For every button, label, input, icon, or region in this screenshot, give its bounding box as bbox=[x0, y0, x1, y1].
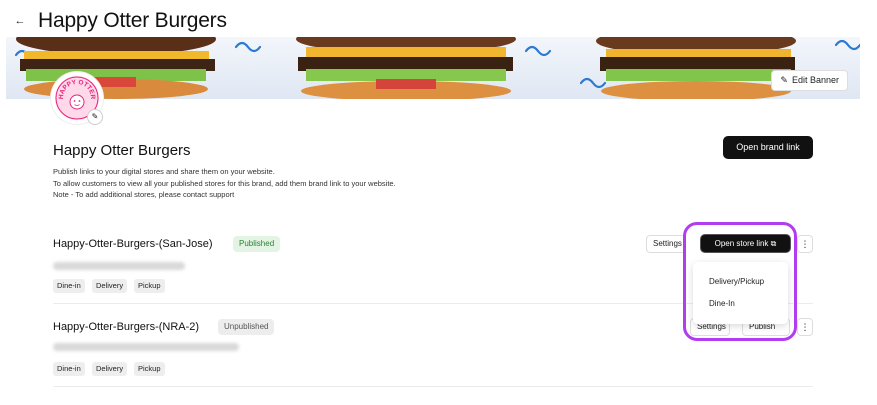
open-store-link-dropdown: Delivery/Pickup Dine-In bbox=[693, 262, 788, 324]
tag-dine-in: Dine-in bbox=[53, 279, 85, 293]
page-title: Happy Otter Burgers bbox=[38, 9, 227, 32]
edit-banner-label: Edit Banner bbox=[791, 75, 839, 85]
edit-logo-pencil-icon[interactable]: ✎ bbox=[87, 109, 103, 125]
dropdown-item-dine-in[interactable]: Dine-In bbox=[709, 299, 735, 308]
store-menu-kebab-icon[interactable]: ⋮ bbox=[797, 235, 813, 253]
store-name: Happy-Otter-Burgers-(San-Jose) bbox=[53, 238, 213, 250]
tag-pickup: Pickup bbox=[134, 362, 165, 376]
tag-delivery: Delivery bbox=[92, 279, 128, 293]
store-address-redacted bbox=[53, 262, 185, 270]
store-menu-kebab-icon[interactable]: ⋮ bbox=[797, 318, 813, 336]
dropdown-item-delivery-pickup[interactable]: Delivery/Pickup bbox=[709, 277, 764, 286]
store-address-redacted bbox=[53, 343, 239, 351]
brand-desc-line: Publish links to your digital stores and… bbox=[53, 167, 275, 176]
tag-pickup: Pickup bbox=[134, 279, 165, 293]
brand-desc-line: Note - To add additional stores, please … bbox=[53, 190, 235, 199]
open-brand-link-button[interactable]: Open brand link bbox=[723, 136, 813, 159]
brand-desc-line: To allow customers to view all your publ… bbox=[53, 178, 396, 188]
external-link-icon: ⧉ bbox=[770, 239, 777, 248]
tag-dine-in: Dine-in bbox=[53, 362, 85, 376]
brand-name: Happy Otter Burgers bbox=[53, 142, 191, 159]
pencil-icon: ✎ bbox=[780, 75, 788, 85]
brand-description: Publish links to your digital stores and… bbox=[53, 166, 396, 201]
banner-image: ✎ Edit Banner bbox=[6, 37, 860, 99]
open-store-link-label: Open store link bbox=[714, 239, 769, 248]
banner-burger-image bbox=[14, 37, 860, 99]
store-name: Happy-Otter-Burgers-(NRA-2) bbox=[53, 321, 200, 333]
settings-button[interactable]: Settings bbox=[646, 235, 686, 253]
status-badge-unpublished: Unpublished bbox=[218, 319, 275, 335]
divider bbox=[53, 386, 813, 387]
open-store-link-button[interactable]: Open store link ⧉ bbox=[701, 235, 790, 252]
status-badge-published: Published bbox=[233, 236, 281, 252]
back-arrow-icon[interactable]: ← bbox=[12, 13, 28, 29]
edit-banner-button[interactable]: ✎ Edit Banner bbox=[771, 70, 848, 91]
tag-delivery: Delivery bbox=[92, 362, 128, 376]
